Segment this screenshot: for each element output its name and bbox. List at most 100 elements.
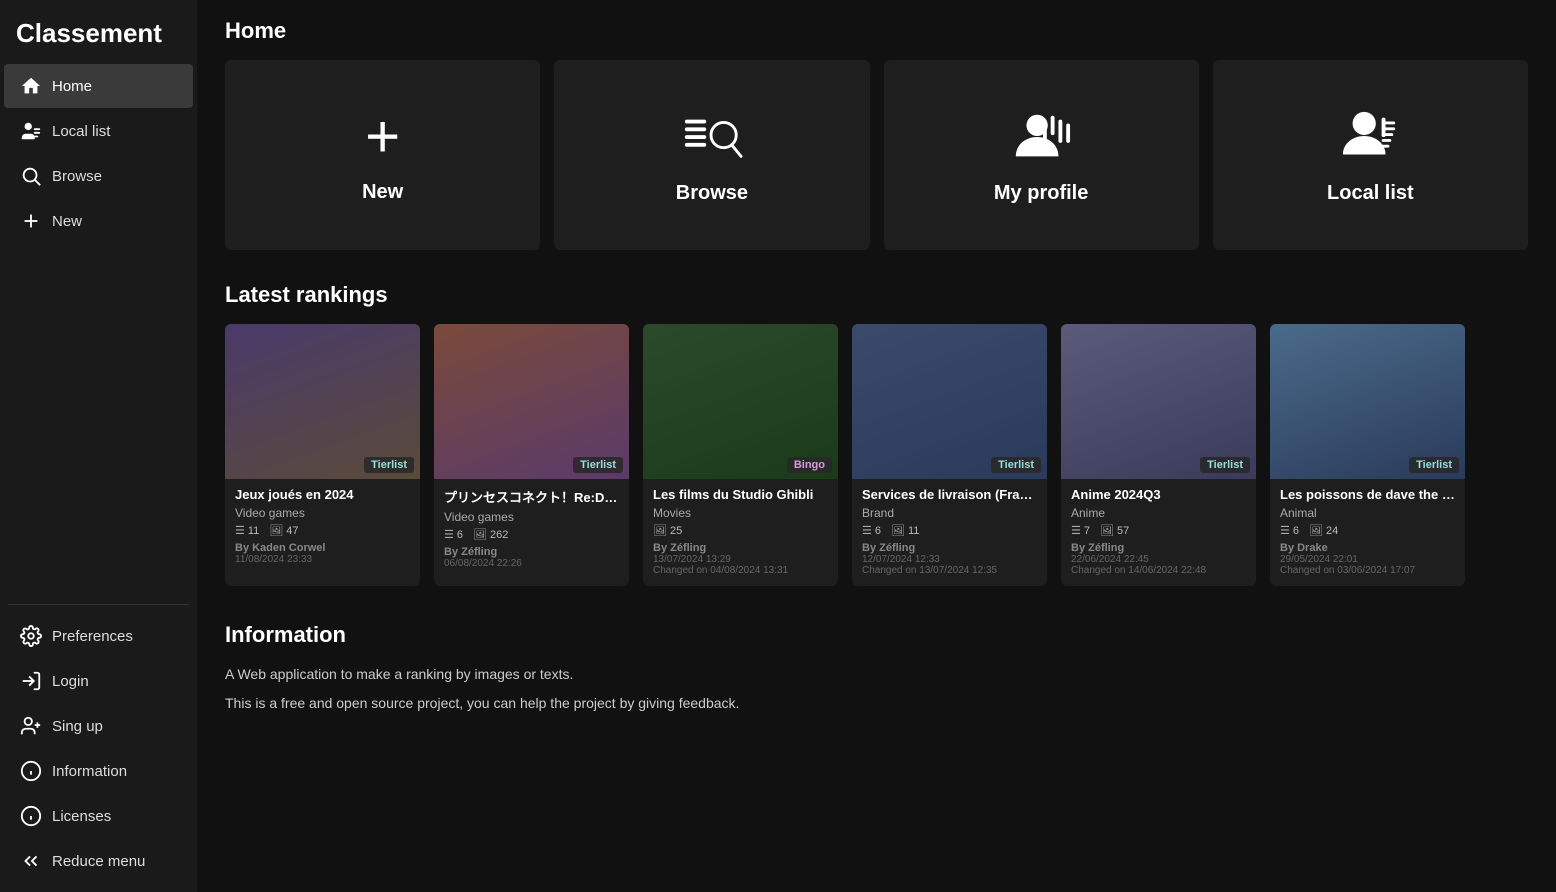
sidebar-item-reduce-label: Reduce menu bbox=[52, 853, 145, 870]
info-title: Information bbox=[225, 622, 1528, 648]
ranking-category: Animal bbox=[1280, 506, 1455, 520]
info-text-1: A Web application to make a ranking by i… bbox=[225, 664, 1528, 685]
ranking-thumb: Tierlist bbox=[1270, 324, 1465, 479]
reduce-icon bbox=[20, 850, 42, 872]
info-text-2: This is a free and open source project, … bbox=[225, 693, 1528, 714]
ranking-author: By Zéfling bbox=[1071, 542, 1246, 554]
new-card-icon: + bbox=[365, 107, 400, 167]
sidebar-item-browse-label: Browse bbox=[52, 168, 102, 185]
home-card-browse[interactable]: Browse bbox=[554, 60, 869, 250]
ranking-card[interactable]: Bingo Les films du Studio Ghibli Movies … bbox=[643, 324, 838, 586]
sidebar-item-singup[interactable]: Sing up bbox=[4, 704, 193, 748]
ranking-stats: ☰6🖼24 bbox=[1280, 524, 1455, 537]
locallist-icon bbox=[20, 120, 42, 142]
ranking-stats: 🖼25 bbox=[653, 524, 828, 537]
sidebar-item-reduce[interactable]: Reduce menu bbox=[4, 839, 193, 883]
ranking-title: Anime 2024Q3 bbox=[1071, 487, 1246, 502]
home-card-new[interactable]: + New bbox=[225, 60, 540, 250]
ranking-stats: ☰11 🖼47 bbox=[235, 524, 410, 537]
stat-images: 🖼57 bbox=[1100, 524, 1129, 537]
stat-images: 🖼262 bbox=[473, 528, 508, 541]
sidebar-item-information-label: Information bbox=[52, 763, 127, 780]
ranking-stats: ☰6 🖼262 bbox=[444, 528, 619, 541]
ranking-info: Les poissons de dave the diver Animal ☰6… bbox=[1270, 479, 1465, 586]
ranking-thumb: Tierlist bbox=[225, 324, 420, 479]
sidebar-item-information[interactable]: Information bbox=[4, 749, 193, 793]
home-icon bbox=[20, 75, 42, 97]
ranking-badge: Bingo bbox=[787, 457, 832, 473]
myprofile-card-label: My profile bbox=[994, 182, 1088, 205]
ranking-changed: Changed on 14/06/2024 22:48 bbox=[1071, 565, 1246, 576]
ranking-author: By Zéfling bbox=[653, 542, 828, 554]
ranking-info: Les films du Studio Ghibli Movies 🖼25 By… bbox=[643, 479, 838, 586]
ranking-date: 13/07/2024 13:29 bbox=[653, 554, 828, 565]
home-cards: + New Browse My bbox=[225, 60, 1528, 250]
information-icon bbox=[20, 760, 42, 782]
ranking-info: Anime 2024Q3 Anime ☰7🖼57 By Zéfling22/06… bbox=[1061, 479, 1256, 586]
ranking-category: Brand bbox=[862, 506, 1037, 520]
sidebar-item-login[interactable]: Login bbox=[4, 659, 193, 703]
browse-icon bbox=[20, 165, 42, 187]
stat-items: ☰6 bbox=[862, 524, 881, 537]
ranking-changed: Changed on 13/07/2024 12:35 bbox=[862, 565, 1037, 576]
ranking-date: 29/05/2024 22:01 bbox=[1280, 554, 1455, 565]
ranking-badge: Tierlist bbox=[991, 457, 1041, 473]
ranking-card[interactable]: Tierlist Anime 2024Q3 Anime ☰7🖼57 By Zéf… bbox=[1061, 324, 1256, 586]
ranking-badge: Tierlist bbox=[364, 457, 414, 473]
ranking-stats: ☰6 🖼11 bbox=[862, 524, 1037, 537]
main-content: Home + New Browse bbox=[197, 0, 1556, 892]
locallist-card-label: Local list bbox=[1327, 182, 1414, 205]
sidebar-item-login-label: Login bbox=[52, 673, 89, 690]
sidebar-item-licenses-label: Licenses bbox=[52, 808, 111, 825]
rankings-list: Tierlist Jeux joués en 2024 Video games … bbox=[225, 324, 1528, 594]
ranking-card[interactable]: Tierlist Les poissons de dave the diver … bbox=[1270, 324, 1465, 586]
sidebar-item-locallist[interactable]: Local list bbox=[4, 109, 193, 153]
stat-images: 🖼11 bbox=[891, 524, 919, 537]
stat-images: 🖼47 bbox=[269, 524, 298, 537]
home-card-myprofile[interactable]: My profile bbox=[884, 60, 1199, 250]
sidebar-item-new[interactable]: New bbox=[4, 199, 193, 243]
stat-items: ☰6 bbox=[444, 528, 463, 541]
ranking-card[interactable]: Tierlist Jeux joués en 2024 Video games … bbox=[225, 324, 420, 586]
login-icon bbox=[20, 670, 42, 692]
sidebar: Classement Home Local list Browse New bbox=[0, 0, 197, 892]
ranking-title: プリンセスコネクト！Re:Dive bbox=[444, 487, 619, 506]
ranking-author: By Zéfling bbox=[862, 542, 1037, 554]
ranking-card[interactable]: Tierlist プリンセスコネクト！Re:Dive Video games ☰… bbox=[434, 324, 629, 586]
ranking-category: Video games bbox=[444, 510, 619, 524]
singup-icon bbox=[20, 715, 42, 737]
ranking-title: Jeux joués en 2024 bbox=[235, 487, 410, 502]
sidebar-nav: Home Local list Browse New bbox=[0, 63, 197, 596]
locallist-card-icon bbox=[1339, 106, 1401, 168]
ranking-author: By Zéfling bbox=[444, 546, 619, 558]
stat-items: ☰11 bbox=[235, 524, 259, 537]
sidebar-item-singup-label: Sing up bbox=[52, 718, 103, 735]
sidebar-item-locallist-label: Local list bbox=[52, 123, 110, 140]
sidebar-item-licenses[interactable]: Licenses bbox=[4, 794, 193, 838]
ranking-author: By Kaden Corwel bbox=[235, 542, 410, 554]
ranking-category: Anime bbox=[1071, 506, 1246, 520]
profile-card-icon bbox=[1010, 106, 1072, 168]
ranking-changed: Changed on 03/06/2024 17:07 bbox=[1280, 565, 1455, 576]
sidebar-item-browse[interactable]: Browse bbox=[4, 154, 193, 198]
sidebar-item-preferences[interactable]: Preferences bbox=[4, 614, 193, 658]
app-title: Classement bbox=[0, 0, 197, 63]
home-section-title: Home bbox=[225, 18, 1528, 44]
ranking-card[interactable]: Tierlist Services de livraison (France) … bbox=[852, 324, 1047, 586]
licenses-icon bbox=[20, 805, 42, 827]
ranking-thumb: Tierlist bbox=[852, 324, 1047, 479]
sidebar-bottom: Preferences Login Sing up Information Li… bbox=[0, 613, 197, 892]
browse-card-icon bbox=[681, 106, 743, 168]
sidebar-item-new-label: New bbox=[52, 213, 82, 230]
stat-images: 🖼24 bbox=[1309, 524, 1338, 537]
ranking-thumb: Tierlist bbox=[434, 324, 629, 479]
stat-items: ☰7 bbox=[1071, 524, 1090, 537]
stat-images: 🖼25 bbox=[653, 524, 682, 537]
sidebar-item-home-label: Home bbox=[52, 78, 92, 95]
sidebar-item-home[interactable]: Home bbox=[4, 64, 193, 108]
new-card-label: New bbox=[362, 181, 403, 204]
info-section: Information A Web application to make a … bbox=[225, 622, 1528, 714]
sidebar-divider-1 bbox=[8, 604, 189, 605]
home-card-locallist[interactable]: Local list bbox=[1213, 60, 1528, 250]
ranking-category: Video games bbox=[235, 506, 410, 520]
